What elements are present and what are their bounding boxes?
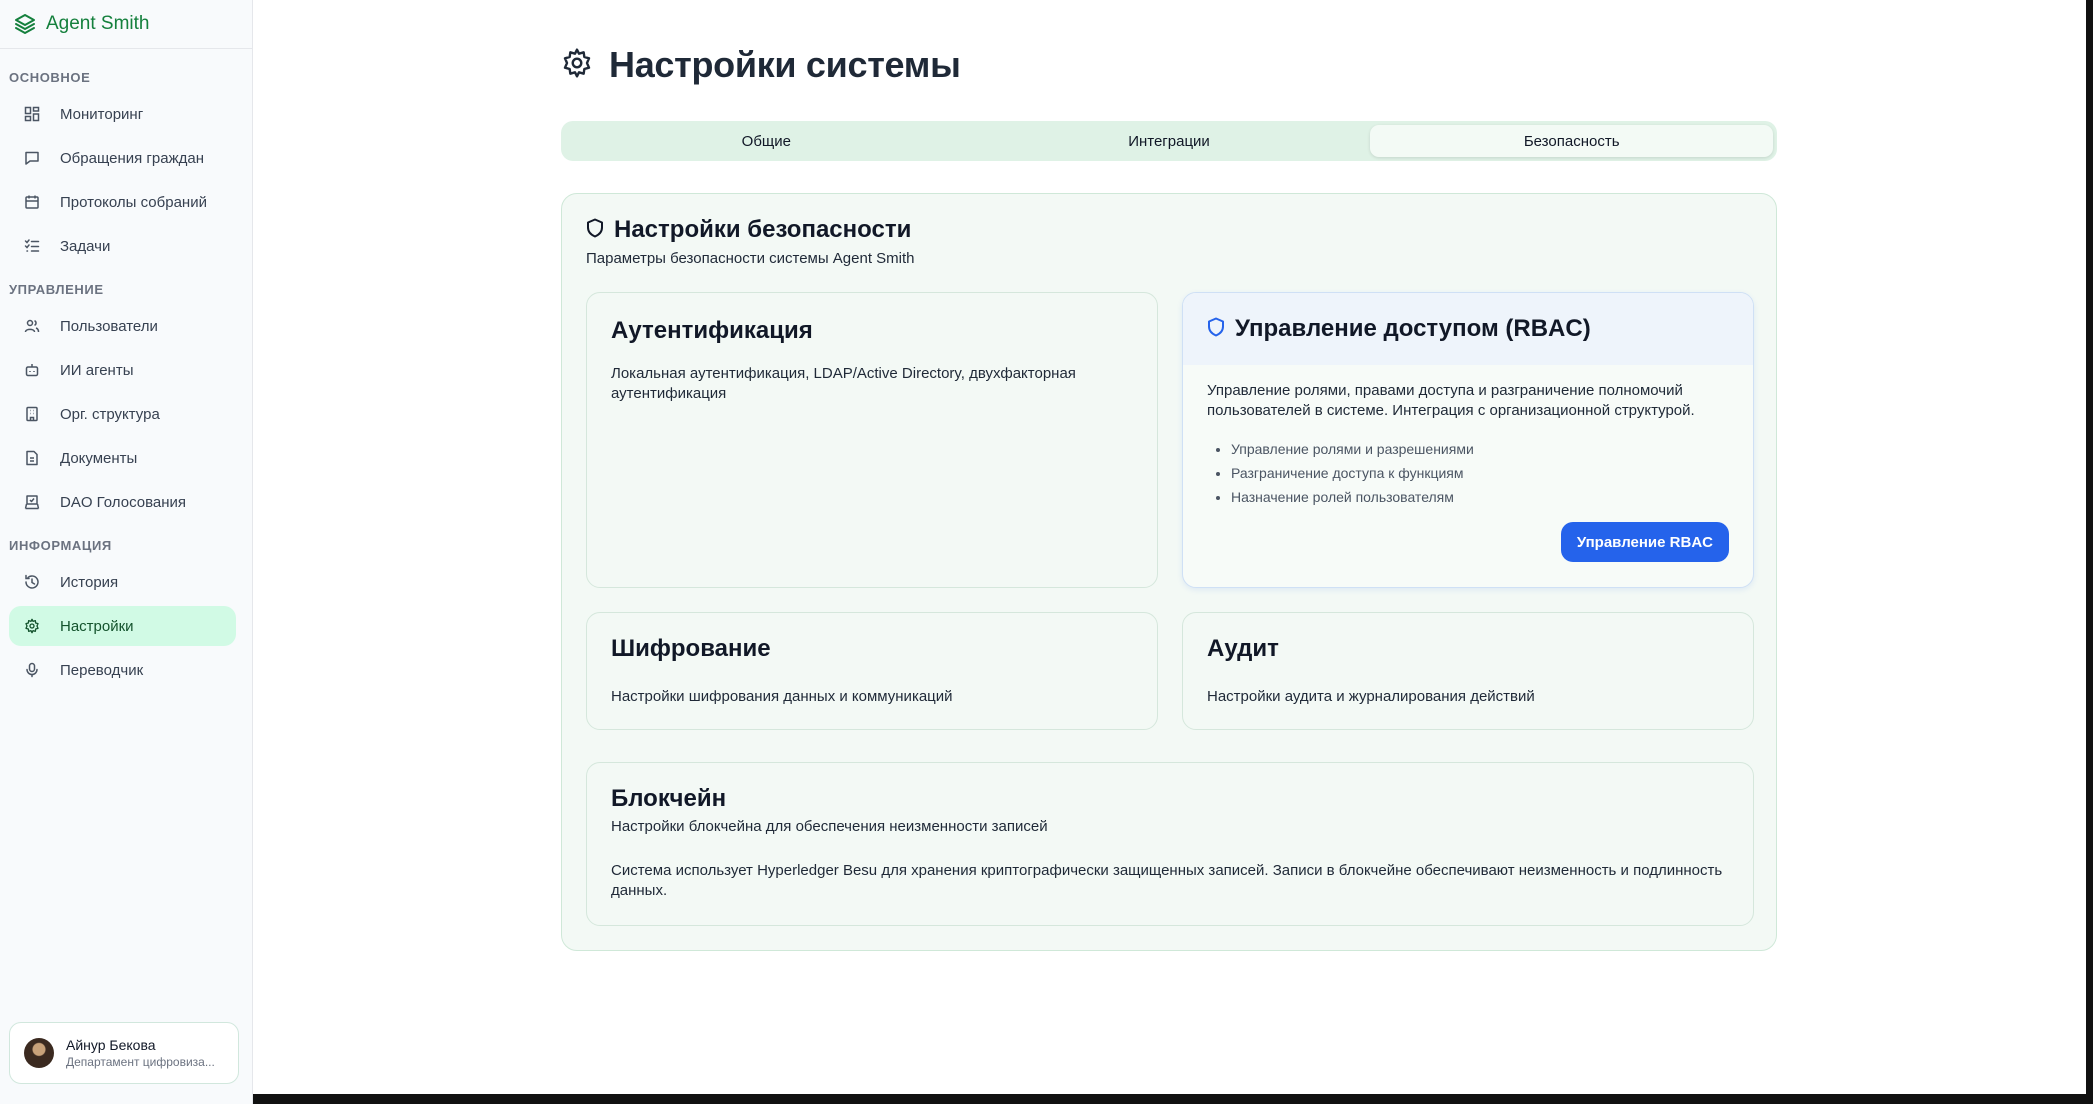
audit-card[interactable]: Аудит Настройки аудита и журналирования … <box>1182 612 1754 730</box>
rbac-card[interactable]: Управление доступом (RBAC) Управление ро… <box>1182 292 1754 588</box>
sidebar-item-ai-agents[interactable]: ИИ агенты <box>9 350 236 390</box>
gear-icon <box>23 617 41 635</box>
rbac-feature-list: Управление ролями и разрешениями Разгран… <box>1231 437 1474 509</box>
user-department: Департамент цифровиза... <box>66 1055 215 1069</box>
user-profile-card[interactable]: Айнур Бекова Департамент цифровиза... <box>9 1022 239 1084</box>
card-title: Блокчейн <box>611 785 727 812</box>
card-description: Настройки аудита и журналирования действ… <box>1207 688 1535 705</box>
building-icon <box>23 405 41 423</box>
security-settings-panel: Настройки безопасности Параметры безопас… <box>561 193 1777 951</box>
sidebar-item-monitoring[interactable]: Мониторинг <box>9 94 236 134</box>
sidebar-item-label: DAO Голосования <box>60 493 187 511</box>
message-icon <box>23 149 41 167</box>
tasks-icon <box>23 237 41 255</box>
sidebar-item-dao-voting[interactable]: DAO Голосования <box>9 482 236 522</box>
section-title-main: ОСНОВНОЕ <box>9 70 91 85</box>
gear-icon <box>561 47 593 84</box>
page-title: Настройки системы <box>609 44 961 85</box>
sidebar-item-label: Мониторинг <box>60 105 144 123</box>
sidebar-item-tasks[interactable]: Задачи <box>9 226 236 266</box>
sidebar-item-translator[interactable]: Переводчик <box>9 650 236 690</box>
panel-subtitle: Параметры безопасности системы Agent Smi… <box>586 250 915 267</box>
user-name: Айнур Бекова <box>66 1037 156 1053</box>
blockchain-card: Блокчейн Настройки блокчейна для обеспеч… <box>586 762 1754 926</box>
sidebar-item-documents[interactable]: Документы <box>9 438 236 478</box>
sidebar-item-label: Орг. структура <box>60 405 160 423</box>
card-description: Настройки шифрования данных и коммуникац… <box>611 688 953 705</box>
sidebar-item-appeals[interactable]: Обращения граждан <box>9 138 236 178</box>
right-edge-bar <box>2086 0 2093 1104</box>
settings-tabs: Общие Интеграции Безопасность <box>561 121 1777 161</box>
sidebar: Agent Smith ОСНОВНОЕ Мониторинг Обращени… <box>0 0 253 1104</box>
brand-name: Agent Smith <box>46 13 150 34</box>
card-title: Аутентификация <box>611 317 813 344</box>
sidebar-item-label: Документы <box>60 449 138 467</box>
calendar-icon <box>23 193 41 211</box>
section-title-info: ИНФОРМАЦИЯ <box>9 538 112 553</box>
card-description: Управление ролями, правами доступа и раз… <box>1207 382 1695 419</box>
shield-icon <box>1207 317 1225 342</box>
avatar <box>24 1038 54 1068</box>
authentication-card[interactable]: Аутентификация Локальная аутентификация,… <box>586 292 1158 588</box>
sidebar-item-label: Обращения граждан <box>60 149 204 167</box>
card-description: Система использует Hyperledger Besu для … <box>611 862 1723 899</box>
card-subtitle: Настройки блокчейна для обеспечения неиз… <box>611 818 1048 835</box>
list-item: Разграничение доступа к функциям <box>1231 461 1474 485</box>
layers-icon <box>12 11 38 37</box>
sidebar-item-protocols[interactable]: Протоколы собраний <box>9 182 236 222</box>
shield-icon <box>586 218 604 243</box>
list-item: Управление ролями и разрешениями <box>1231 437 1474 461</box>
bot-icon <box>23 361 41 379</box>
mic-icon <box>23 661 41 679</box>
sidebar-item-history[interactable]: История <box>9 562 236 602</box>
card-title: Шифрование <box>611 635 771 662</box>
card-description: Локальная аутентификация, LDAP/Active Di… <box>611 365 1076 402</box>
list-item: Назначение ролей пользователям <box>1231 485 1474 509</box>
brand[interactable]: Agent Smith <box>0 0 252 49</box>
dashboard-icon <box>23 105 41 123</box>
sidebar-item-settings[interactable]: Настройки <box>9 606 236 646</box>
panel-title: Настройки безопасности <box>614 216 912 243</box>
manage-rbac-button[interactable]: Управление RBAC <box>1560 522 1729 562</box>
sidebar-item-label: Переводчик <box>60 661 144 679</box>
tab-integrations[interactable]: Интеграции <box>968 125 1371 157</box>
tab-security[interactable]: Безопасность <box>1370 125 1774 157</box>
users-icon <box>23 317 41 335</box>
document-icon <box>23 449 41 467</box>
section-title-management: УПРАВЛЕНИЕ <box>9 282 104 297</box>
encryption-card[interactable]: Шифрование Настройки шифрования данных и… <box>586 612 1158 730</box>
sidebar-item-org-structure[interactable]: Орг. структура <box>9 394 236 434</box>
history-icon <box>23 573 41 591</box>
sidebar-item-label: История <box>60 573 119 591</box>
page-header: Настройки системы <box>561 44 961 86</box>
vote-icon <box>23 493 41 511</box>
sidebar-item-label: ИИ агенты <box>60 361 134 379</box>
sidebar-item-label: Настройки <box>60 617 134 635</box>
card-title: Управление доступом (RBAC) <box>1235 315 1591 342</box>
sidebar-item-label: Задачи <box>60 237 111 255</box>
sidebar-item-users[interactable]: Пользователи <box>9 306 236 346</box>
bottom-edge-bar <box>253 1094 2093 1104</box>
sidebar-item-label: Протоколы собраний <box>60 193 207 211</box>
sidebar-item-label: Пользователи <box>60 317 158 335</box>
card-title: Аудит <box>1207 635 1279 662</box>
tab-general[interactable]: Общие <box>565 125 968 157</box>
